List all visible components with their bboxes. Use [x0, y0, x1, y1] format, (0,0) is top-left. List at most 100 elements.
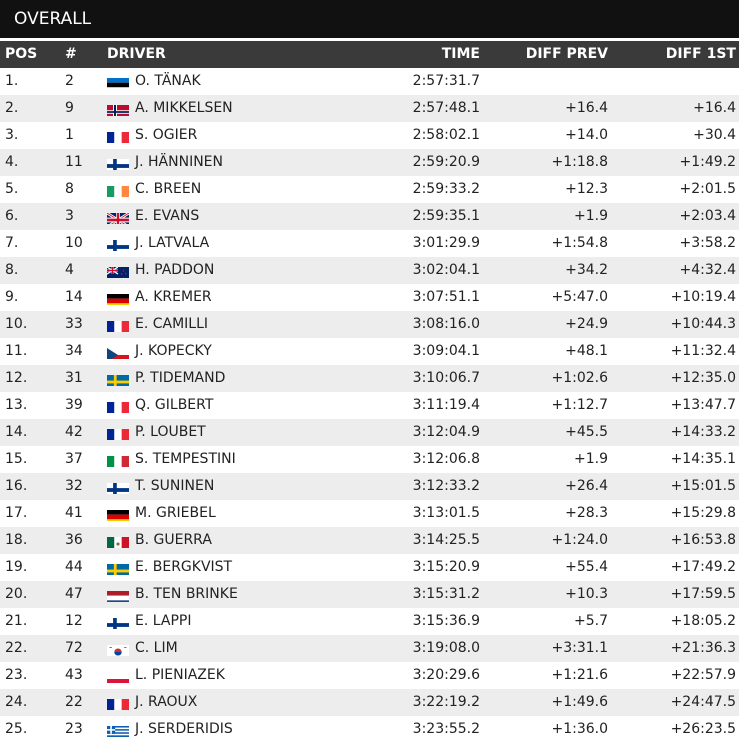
time-cell: 3:12:33.2	[413, 473, 480, 500]
driver-cell[interactable]: J. SERDERIDIS	[107, 716, 233, 743]
table-row[interactable]: 16.32T. SUNINEN3:12:33.2+26.4+15:01.5	[0, 473, 739, 500]
driver-cell[interactable]: E. LAPPI	[107, 608, 191, 635]
column-header-diff-1st[interactable]: DIFF 1ST	[666, 41, 736, 68]
table-row[interactable]: 1.2O. TÄNAK2:57:31.7	[0, 68, 739, 95]
driver-cell[interactable]: C. LIM	[107, 635, 178, 662]
driver-cell[interactable]: E. CAMILLI	[107, 311, 208, 338]
driver-cell[interactable]: C. BREEN	[107, 176, 201, 203]
diff-prev-cell: +5:47.0	[551, 284, 608, 311]
table-row[interactable]: 20.47B. TEN BRINKE3:15:31.2+10.3+17:59.5	[0, 581, 739, 608]
flag-icon	[107, 588, 129, 602]
table-row[interactable]: 25.23J. SERDERIDIS3:23:55.2+1:36.0+26:23…	[0, 716, 739, 743]
driver-name: J. SERDERIDIS	[135, 716, 233, 743]
table-row[interactable]: 18.36B. GUERRA3:14:25.5+1:24.0+16:53.8	[0, 527, 739, 554]
flag-icon	[107, 723, 129, 737]
driver-cell[interactable]: J. LATVALA	[107, 230, 209, 257]
driver-cell[interactable]: E. BERGKVIST	[107, 554, 232, 581]
driver-cell[interactable]: P. TIDEMAND	[107, 365, 225, 392]
table-row[interactable]: 15.37S. TEMPESTINI3:12:06.8+1.9+14:35.1	[0, 446, 739, 473]
time-cell: 3:12:06.8	[413, 446, 480, 473]
table-row[interactable]: 11.34J. KOPECKY3:09:04.1+48.1+11:32.4	[0, 338, 739, 365]
time-cell: 2:59:33.2	[413, 176, 480, 203]
driver-cell[interactable]: J. RAOUX	[107, 689, 197, 716]
driver-cell[interactable]: A. KREMER	[107, 284, 212, 311]
flag-icon	[107, 615, 129, 629]
car-number-cell: 12	[65, 608, 83, 635]
column-header-time[interactable]: TIME	[442, 41, 480, 68]
car-number-cell: 2	[65, 68, 74, 95]
table-row[interactable]: 9.14A. KREMER3:07:51.1+5:47.0+10:19.4	[0, 284, 739, 311]
flag-icon	[107, 453, 129, 467]
flag-icon	[107, 129, 129, 143]
time-cell: 3:15:31.2	[413, 581, 480, 608]
time-cell: 3:19:08.0	[413, 635, 480, 662]
position-cell: 12.	[5, 365, 27, 392]
driver-cell[interactable]: B. TEN BRINKE	[107, 581, 238, 608]
table-row[interactable]: 8.4H. PADDON3:02:04.1+34.2+4:32.4	[0, 257, 739, 284]
table-row[interactable]: 3.1S. OGIER2:58:02.1+14.0+30.4	[0, 122, 739, 149]
table-row[interactable]: 6.3E. EVANS2:59:35.1+1.9+2:03.4	[0, 203, 739, 230]
driver-name: A. KREMER	[135, 284, 212, 311]
table-row[interactable]: 2.9A. MIKKELSEN2:57:48.1+16.4+16.4	[0, 95, 739, 122]
diff-prev-cell: +5.7	[574, 608, 608, 635]
table-row[interactable]: 5.8C. BREEN2:59:33.2+12.3+2:01.5	[0, 176, 739, 203]
diff-prev-cell: +10.3	[565, 581, 608, 608]
table-row[interactable]: 4.11J. HÄNNINEN2:59:20.9+1:18.8+1:49.2	[0, 149, 739, 176]
position-cell: 9.	[5, 284, 18, 311]
car-number-cell: 22	[65, 689, 83, 716]
car-number-cell: 36	[65, 527, 83, 554]
column-header-diff-prev[interactable]: DIFF PREV	[526, 41, 608, 68]
position-cell: 17.	[5, 500, 27, 527]
driver-cell[interactable]: E. EVANS	[107, 203, 199, 230]
table-row[interactable]: 17.41M. GRIEBEL3:13:01.5+28.3+15:29.8	[0, 500, 739, 527]
driver-cell[interactable]: L. PIENIAZEK	[107, 662, 225, 689]
flag-icon	[107, 318, 129, 332]
position-cell: 23.	[5, 662, 27, 689]
column-header-pos[interactable]: POS	[5, 41, 37, 68]
driver-cell[interactable]: S. TEMPESTINI	[107, 446, 236, 473]
diff-1st-cell: +3:58.2	[679, 230, 736, 257]
driver-cell[interactable]: S. OGIER	[107, 122, 197, 149]
diff-1st-cell: +17:49.2	[671, 554, 736, 581]
driver-cell[interactable]: T. SUNINEN	[107, 473, 214, 500]
driver-cell[interactable]: J. KOPECKY	[107, 338, 212, 365]
table-row[interactable]: 13.39Q. GILBERT3:11:19.4+1:12.7+13:47.7	[0, 392, 739, 419]
table-row[interactable]: 23.43L. PIENIAZEK3:20:29.6+1:21.6+22:57.…	[0, 662, 739, 689]
driver-name: E. LAPPI	[135, 608, 191, 635]
driver-cell[interactable]: P. LOUBET	[107, 419, 206, 446]
position-cell: 1.	[5, 68, 18, 95]
flag-icon	[107, 372, 129, 386]
table-row[interactable]: 24.22J. RAOUX3:22:19.2+1:49.6+24:47.5	[0, 689, 739, 716]
table-row[interactable]: 19.44E. BERGKVIST3:15:20.9+55.4+17:49.2	[0, 554, 739, 581]
driver-name: B. TEN BRINKE	[135, 581, 238, 608]
table-row[interactable]: 7.10J. LATVALA3:01:29.9+1:54.8+3:58.2	[0, 230, 739, 257]
position-cell: 19.	[5, 554, 27, 581]
table-row[interactable]: 10.33E. CAMILLI3:08:16.0+24.9+10:44.3	[0, 311, 739, 338]
table-row[interactable]: 12.31P. TIDEMAND3:10:06.7+1:02.6+12:35.0	[0, 365, 739, 392]
driver-cell[interactable]: Q. GILBERT	[107, 392, 213, 419]
position-cell: 22.	[5, 635, 27, 662]
driver-cell[interactable]: B. GUERRA	[107, 527, 212, 554]
car-number-cell: 33	[65, 311, 83, 338]
time-cell: 3:15:20.9	[413, 554, 480, 581]
driver-cell[interactable]: J. HÄNNINEN	[107, 149, 223, 176]
diff-prev-cell: +1.9	[574, 446, 608, 473]
driver-cell[interactable]: M. GRIEBEL	[107, 500, 216, 527]
driver-cell[interactable]: A. MIKKELSEN	[107, 95, 233, 122]
table-row[interactable]: 14.42P. LOUBET3:12:04.9+45.5+14:33.2	[0, 419, 739, 446]
flag-icon	[107, 264, 129, 278]
column-header-number[interactable]: #	[65, 41, 77, 68]
column-header-driver[interactable]: DRIVER	[107, 41, 166, 68]
table-row[interactable]: 21.12E. LAPPI3:15:36.9+5.7+18:05.2	[0, 608, 739, 635]
flag-icon	[107, 534, 129, 548]
flag-icon	[107, 183, 129, 197]
diff-1st-cell: +30.4	[693, 122, 736, 149]
driver-name: J. HÄNNINEN	[135, 149, 223, 176]
driver-cell[interactable]: H. PADDON	[107, 257, 214, 284]
table-row[interactable]: 22.72C. LIM3:19:08.0+3:31.1+21:36.3	[0, 635, 739, 662]
driver-cell[interactable]: O. TÄNAK	[107, 68, 201, 95]
page-title: OVERALL	[0, 0, 739, 38]
flag-icon	[107, 696, 129, 710]
driver-name: C. BREEN	[135, 176, 201, 203]
flag-icon	[107, 399, 129, 413]
